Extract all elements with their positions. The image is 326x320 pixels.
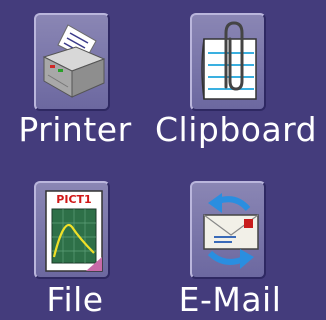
email-icon: [203, 193, 259, 269]
printer-icon-frame: [34, 13, 110, 111]
file-icon: PICT1: [45, 190, 103, 272]
email-label: E-Mail: [178, 280, 282, 319]
printer-button[interactable]: Printer: [0, 0, 150, 150]
email-icon-frame: [190, 181, 266, 279]
file-button[interactable]: PICT1 File: [0, 170, 150, 320]
printer-icon: [42, 24, 106, 98]
clipboard-icon: [201, 21, 257, 100]
clipboard-label: Clipboard: [155, 110, 318, 149]
file-icon-frame: PICT1: [34, 181, 110, 279]
output-destination-panel: Printer Clipboard PICT1 File E-Mail: [0, 0, 326, 320]
clipboard-button[interactable]: Clipboard: [155, 0, 318, 150]
email-button[interactable]: E-Mail: [155, 170, 305, 320]
file-icon-caption: PICT1: [56, 193, 91, 206]
file-label: File: [46, 280, 104, 319]
clipboard-icon-frame: [190, 13, 266, 111]
printer-label: Printer: [18, 110, 132, 149]
